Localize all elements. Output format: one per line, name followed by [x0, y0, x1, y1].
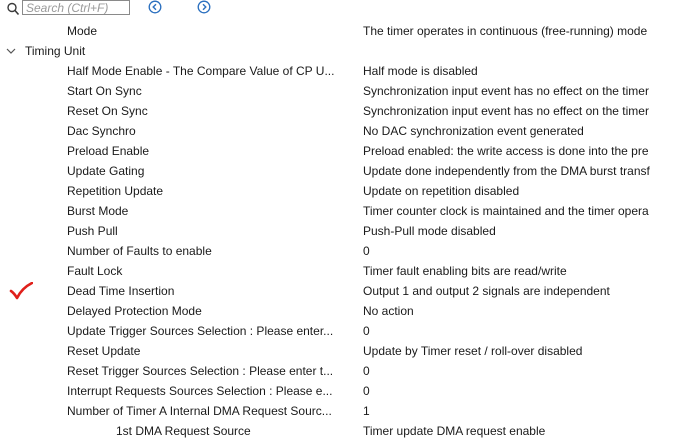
- property-label: Dead Time Insertion: [67, 284, 175, 298]
- property-value[interactable]: Half mode is disabled: [363, 61, 673, 81]
- property-label: Reset Update: [67, 344, 141, 358]
- property-row-mode[interactable]: Mode The timer operates in continuous (f…: [0, 21, 673, 41]
- property-value[interactable]: 0: [363, 321, 673, 341]
- property-label: Dac Synchro: [67, 124, 136, 138]
- property-label: Fault Lock: [67, 264, 123, 278]
- property-value[interactable]: 1: [363, 401, 673, 421]
- property-row-dead-time-insertion[interactable]: Dead Time Insertion Output 1 and output …: [0, 281, 673, 301]
- red-checkmark-icon: [9, 282, 33, 300]
- property-row-reset-on-sync[interactable]: Reset On Sync Synchronization input even…: [0, 101, 673, 121]
- property-value[interactable]: Preload enabled: the write access is don…: [363, 141, 673, 161]
- toolbar: [0, 0, 673, 18]
- property-value[interactable]: The timer operates in continuous (free-r…: [363, 21, 673, 41]
- property-label: Update Trigger Sources Selection : Pleas…: [67, 324, 334, 338]
- arrow-right-circle-icon[interactable]: [197, 0, 211, 14]
- property-label: Reset Trigger Sources Selection : Please…: [67, 364, 334, 378]
- property-value[interactable]: Timer fault enabling bits are read/write: [363, 261, 673, 281]
- property-row-reset-trigger-sources[interactable]: Reset Trigger Sources Selection : Please…: [0, 361, 673, 381]
- property-value[interactable]: Update by Timer reset / roll-over disabl…: [363, 341, 673, 361]
- property-row-start-on-sync[interactable]: Start On Sync Synchronization input even…: [0, 81, 673, 101]
- group-label: Timing Unit: [25, 44, 86, 58]
- property-list: Mode The timer operates in continuous (f…: [0, 21, 673, 441]
- property-value[interactable]: 0: [363, 381, 673, 401]
- property-row-reset-update[interactable]: Reset Update Update by Timer reset / rol…: [0, 341, 673, 361]
- property-label: Update Gating: [67, 164, 145, 178]
- property-row-dma-request-sources-count[interactable]: Number of Timer A Internal DMA Request S…: [0, 401, 673, 421]
- property-row-fault-lock[interactable]: Fault Lock Timer fault enabling bits are…: [0, 261, 673, 281]
- property-row-repetition-update[interactable]: Repetition Update Update on repetition d…: [0, 181, 673, 201]
- property-value[interactable]: Synchronization input event has no effec…: [363, 81, 673, 101]
- property-value[interactable]: Timer update DMA request enable: [363, 421, 673, 441]
- property-value[interactable]: No DAC synchronization event generated: [363, 121, 673, 141]
- property-label: Push Pull: [67, 224, 118, 238]
- property-value[interactable]: No action: [363, 301, 673, 321]
- property-label: Number of Faults to enable: [67, 244, 212, 258]
- property-label: Interrupt Requests Sources Selection : P…: [67, 384, 333, 398]
- property-row-half-mode-enable[interactable]: Half Mode Enable - The Compare Value of …: [0, 61, 673, 81]
- property-value[interactable]: 0: [363, 361, 673, 381]
- property-label: Burst Mode: [67, 204, 129, 218]
- property-row-delayed-protection-mode[interactable]: Delayed Protection Mode No action: [0, 301, 673, 321]
- property-row-dac-synchro[interactable]: Dac Synchro No DAC synchronization event…: [0, 121, 673, 141]
- property-row-update-gating[interactable]: Update Gating Update done independently …: [0, 161, 673, 181]
- property-row-interrupt-requests-sources[interactable]: Interrupt Requests Sources Selection : P…: [0, 381, 673, 401]
- property-label: Start On Sync: [67, 84, 142, 98]
- property-label: 1st DMA Request Source: [116, 424, 251, 438]
- property-label: Repetition Update: [67, 184, 164, 198]
- property-value[interactable]: Push-Pull mode disabled: [363, 221, 673, 241]
- property-value[interactable]: Update on repetition disabled: [363, 181, 673, 201]
- property-row-update-trigger-sources[interactable]: Update Trigger Sources Selection : Pleas…: [0, 321, 673, 341]
- property-row-push-pull[interactable]: Push Pull Push-Pull mode disabled: [0, 221, 673, 241]
- property-label: Mode: [67, 24, 98, 38]
- property-value[interactable]: Timer counter clock is maintained and th…: [363, 201, 673, 221]
- property-label: Half Mode Enable - The Compare Value of …: [67, 64, 335, 78]
- search-icon: [7, 2, 20, 16]
- property-value[interactable]: Update done independently from the DMA b…: [363, 161, 673, 181]
- search-input[interactable]: [22, 0, 130, 15]
- arrow-left-circle-icon[interactable]: [148, 0, 162, 14]
- property-value[interactable]: Output 1 and output 2 signals are indepe…: [363, 281, 673, 301]
- property-row-1st-dma-request-source[interactable]: 1st DMA Request Source Timer update DMA …: [0, 421, 673, 441]
- property-label: Delayed Protection Mode: [67, 304, 202, 318]
- property-row-burst-mode[interactable]: Burst Mode Timer counter clock is mainta…: [0, 201, 673, 221]
- property-label: Preload Enable: [67, 144, 150, 158]
- chevron-down-icon[interactable]: [6, 47, 16, 55]
- group-row-timing-unit[interactable]: Timing Unit: [0, 41, 673, 61]
- property-label: Number of Timer A Internal DMA Request S…: [67, 404, 332, 418]
- property-row-number-of-faults[interactable]: Number of Faults to enable 0: [0, 241, 673, 261]
- property-label: Reset On Sync: [67, 104, 148, 118]
- property-value[interactable]: Synchronization input event has no effec…: [363, 101, 673, 121]
- property-row-preload-enable[interactable]: Preload Enable Preload enabled: the writ…: [0, 141, 673, 161]
- property-value[interactable]: 0: [363, 241, 673, 261]
